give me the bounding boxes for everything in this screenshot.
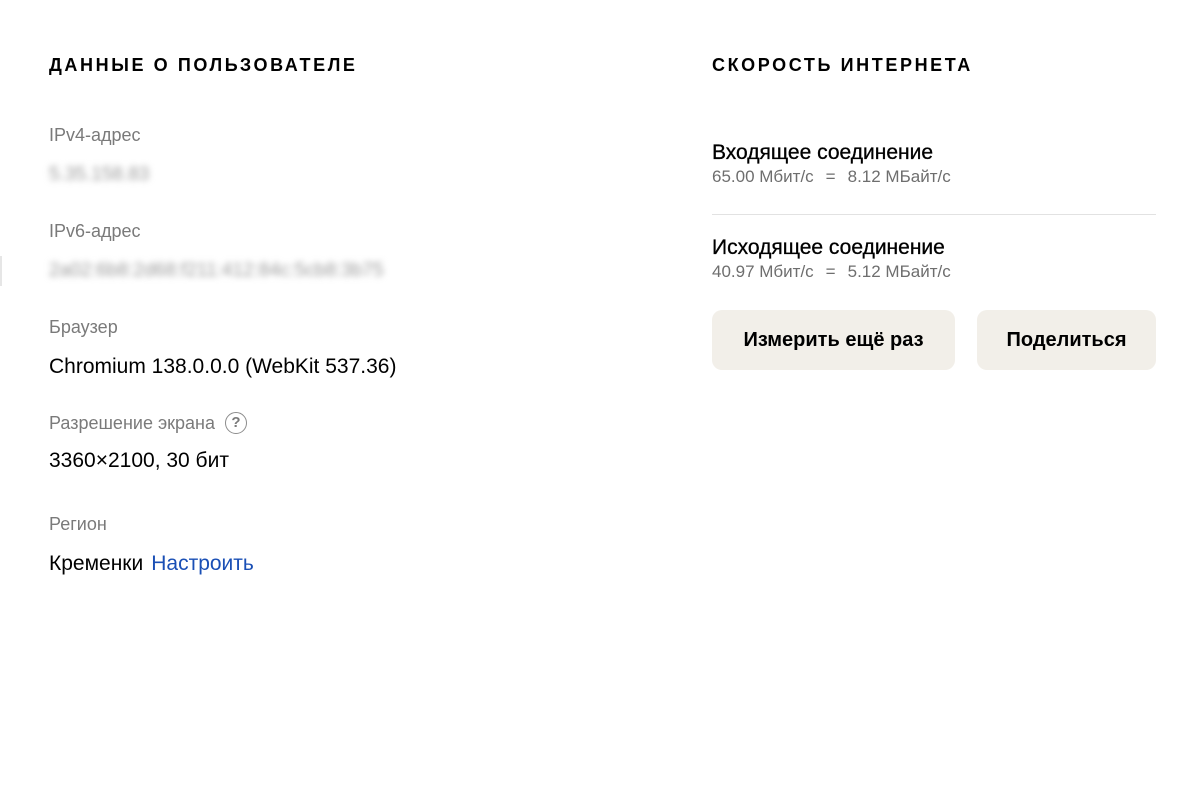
incoming-connection: Входящее соединение 65.00 Мбит/с = 8.12 МБ…	[712, 140, 1156, 188]
help-icon[interactable]: ?	[224, 412, 247, 434]
ipv6-field: IPv6-адрес 2a02:6b8:2d68:f211:412:84c:5c…	[49, 220, 384, 284]
measure-again-button[interactable]: Измерить ещё раз	[712, 310, 955, 370]
region-row: Кременки Настроить	[49, 551, 254, 577]
screen-field: Разрешение экрана ? 3360×2100, 30 бит	[49, 412, 247, 474]
internet-page: ДАННЫЕ О ПОЛЬЗОВАТЕЛЕ IPv4-адрес 5.35.15…	[0, 0, 1200, 800]
outgoing-mbyte: 5.12 МБайт/с	[847, 262, 951, 281]
incoming-equals: =	[825, 167, 836, 186]
ipv4-field: IPv4-адрес 5.35.158.83	[49, 124, 149, 188]
speed-title: СКОРОСТЬ ИНТЕРНЕТА	[712, 55, 973, 75]
incoming-mbyte: 8.12 МБайт/с	[847, 167, 951, 186]
ipv6-value: 2a02:6b8:2d68:f211:412:84c:5cb8:3b75	[49, 260, 384, 281]
outgoing-connection: Исходящее соединение 40.97 Мбит/с = 5.12 М…	[712, 235, 1156, 283]
ipv6-label: IPv6-адрес	[49, 221, 141, 241]
incoming-title: Входящее соединение	[712, 141, 934, 164]
speed-section: СКОРОСТЬ ИНТЕРНЕТА Входящее соединение 6…	[712, 54, 1156, 370]
outgoing-mbit: 40.97 Мбит/с	[712, 262, 814, 281]
user-info-section: ДАННЫЕ О ПОЛЬЗОВАТЕЛЕ IPv4-адрес 5.35.15…	[49, 54, 609, 575]
speed-divider	[712, 214, 1156, 215]
incoming-values: 65.00 Мбит/с = 8.12 МБайт/с	[712, 166, 1156, 188]
browser-label: Браузер	[49, 317, 118, 337]
edge-scroll-mark	[0, 256, 2, 286]
user-info-title: ДАННЫЕ О ПОЛЬЗОВАТЕЛЕ	[49, 55, 358, 75]
region-label: Регион	[49, 514, 107, 534]
ipv4-value: 5.35.158.83	[49, 164, 150, 185]
screen-label: Разрешение экрана	[49, 413, 215, 433]
outgoing-equals: =	[825, 262, 836, 281]
incoming-mbit: 65.00 Мбит/с	[712, 167, 814, 186]
outgoing-values: 40.97 Мбит/с = 5.12 МБайт/с	[712, 261, 1156, 283]
region-field: Регион Кременки Настроить	[49, 513, 254, 577]
ipv4-label: IPv4-адрес	[49, 125, 141, 145]
screen-value: 3360×2100, 30 бит	[49, 449, 229, 472]
screen-label-row: Разрешение экрана ?	[49, 412, 247, 434]
region-value: Кременки	[49, 552, 144, 575]
browser-value: Chromium 138.0.0.0 (WebKit 537.36)	[49, 355, 397, 378]
region-settings-link[interactable]: Настроить	[151, 552, 254, 575]
outgoing-title: Исходящее соединение	[712, 236, 945, 259]
browser-field: Браузер Chromium 138.0.0.0 (WebKit 537.3…	[49, 316, 396, 380]
share-button[interactable]: Поделиться	[977, 310, 1156, 370]
